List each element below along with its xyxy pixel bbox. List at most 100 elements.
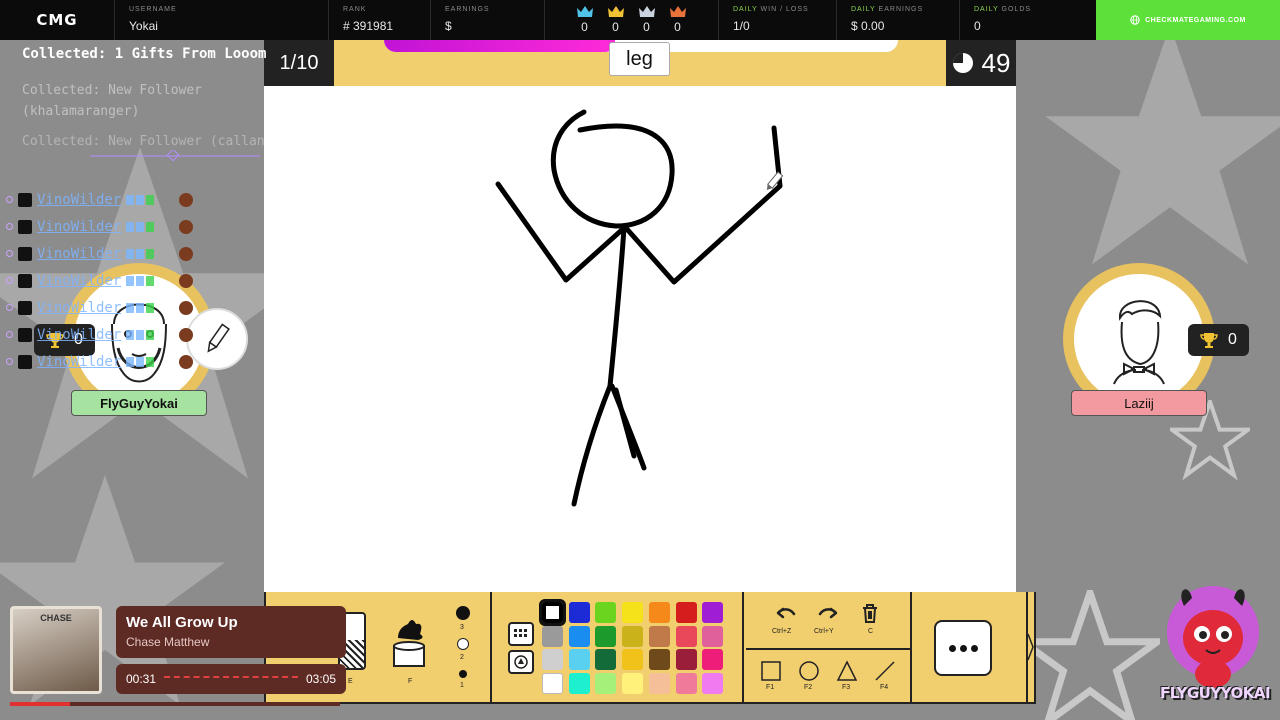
emote-icons — [126, 248, 155, 259]
emote-icon — [179, 192, 194, 207]
track-info: We All Grow Up Chase Matthew — [116, 606, 346, 658]
pencil-icon — [207, 323, 230, 353]
color-swatch[interactable] — [702, 625, 724, 647]
chat-username[interactable]: VinoWilder — [37, 246, 121, 262]
color-swatch[interactable] — [648, 672, 670, 694]
color-swatch[interactable] — [542, 672, 563, 694]
drawing-turn-badge — [186, 308, 248, 370]
emote-icons — [126, 302, 155, 313]
brush-size-selector[interactable]: 3 2 1 — [452, 606, 474, 696]
chat-row: VinoWilder — [6, 186, 194, 213]
collected-notification: Collected: 1 Gifts From Looom — [22, 46, 267, 62]
color-swatch[interactable] — [675, 625, 697, 647]
timer-icon — [952, 53, 973, 73]
chat-dot — [948, 644, 956, 652]
color-swatch[interactable] — [539, 599, 566, 626]
drawing-toolbar: E F 3 2 1 Ctrl+Z Ctrl+Y C F1 F2 F3 F4 — [264, 592, 1036, 704]
drawing-canvas[interactable] — [264, 86, 1016, 592]
color-swatch[interactable] — [622, 649, 644, 670]
edit-tools: Ctrl+Z Ctrl+Y C F1 F2 F3 F4 — [746, 592, 912, 702]
album-art: CHASE — [10, 606, 102, 694]
chat-username[interactable]: VinoWilder — [37, 219, 121, 235]
undo-icon[interactable] — [774, 604, 798, 622]
circle-tool-icon[interactable] — [798, 660, 820, 682]
redo-icon[interactable] — [816, 604, 840, 622]
chat-row: VinoWilder — [6, 348, 194, 375]
track-underline — [10, 702, 340, 706]
color-swatch[interactable] — [702, 649, 724, 670]
track-artist: Chase Matthew — [126, 635, 210, 649]
timer-value: 49 — [981, 47, 1011, 78]
collected-notification-faded: Collected: New Follower (callan15) — [22, 134, 289, 149]
color-swatch[interactable] — [648, 649, 670, 670]
color-swatch[interactable] — [622, 672, 644, 694]
emote-icon — [179, 246, 194, 261]
chat-row: VinoWilder — [6, 213, 194, 240]
color-swatch[interactable] — [568, 672, 590, 694]
emote-icon — [179, 327, 194, 342]
color-swatch[interactable] — [595, 625, 617, 647]
color-swatch[interactable] — [622, 625, 644, 647]
track-title: We All Grow Up — [126, 614, 238, 631]
color-swatch[interactable] — [595, 649, 617, 670]
chat-row: VinoWilder — [6, 240, 194, 267]
color-swatch[interactable] — [568, 602, 590, 623]
chat-username[interactable]: VinoWilder — [37, 273, 121, 289]
eyedropper-icon — [514, 655, 528, 669]
color-swatch[interactable] — [702, 672, 724, 694]
color-swatch[interactable] — [542, 625, 563, 647]
earnings-value: $ — [445, 19, 452, 33]
website-button[interactable]: CHECKMATEGAMING.COM — [1096, 0, 1280, 40]
color-swatch[interactable] — [675, 602, 697, 623]
crown-counts: 0 0 0 0 — [545, 0, 719, 40]
badge-icon — [18, 273, 32, 288]
bullet-icon — [6, 196, 13, 203]
color-swatch[interactable] — [648, 602, 670, 623]
stick-figure-drawing — [495, 109, 784, 507]
color-swatch[interactable] — [702, 602, 724, 623]
chat-button[interactable] — [934, 620, 992, 676]
username-value: Yokai — [129, 19, 158, 33]
rectangle-tool-icon[interactable] — [760, 660, 782, 682]
total-time: 03:05 — [305, 672, 336, 686]
line-tool-icon[interactable] — [874, 660, 896, 682]
crown-tier-3: 0 — [631, 6, 662, 40]
color-swatch[interactable] — [568, 649, 590, 670]
chat-username[interactable]: VinoWilder — [37, 354, 121, 370]
rank-value: # 391981 — [343, 19, 394, 33]
crown-icon — [607, 6, 624, 17]
chat-username[interactable]: VinoWilder — [37, 300, 121, 316]
color-swatch[interactable] — [595, 602, 617, 623]
color-swatch[interactable] — [542, 649, 563, 670]
color-swatch[interactable] — [675, 649, 697, 670]
color-swatch[interactable] — [622, 602, 644, 623]
globe-icon — [1130, 15, 1140, 25]
color-swatch[interactable] — [675, 672, 697, 694]
username-stat: USERNAME Yokai — [115, 0, 329, 40]
emote-icon — [179, 354, 194, 369]
player-score-right: 0 — [1188, 324, 1249, 356]
trash-icon[interactable] — [860, 602, 880, 624]
track-progress-bar — [164, 676, 298, 682]
brush-size-medium[interactable] — [457, 638, 469, 650]
palette-grid-button[interactable] — [508, 622, 534, 646]
triangle-tool-icon[interactable] — [836, 660, 858, 682]
brush-size-large[interactable] — [456, 606, 470, 620]
color-palette — [494, 592, 744, 702]
brush-size-small[interactable] — [459, 670, 467, 678]
crown-icon — [576, 6, 593, 17]
chat-username[interactable]: VinoWilder — [37, 327, 121, 343]
color-picker-button[interactable] — [508, 650, 534, 674]
chat-username[interactable]: VinoWilder — [37, 192, 121, 208]
toolbar-expand-handle[interactable] — [1026, 592, 1034, 702]
divider-ornament — [90, 150, 260, 162]
color-swatch[interactable] — [595, 672, 617, 694]
track-progress: 00:31 03:05 — [116, 664, 346, 694]
crown-tier-4: 0 — [662, 6, 693, 40]
fill-bucket-tool[interactable] — [390, 614, 428, 670]
color-swatch[interactable] — [568, 625, 590, 647]
player-name-left: FlyGuyYokai — [71, 390, 207, 416]
color-swatch[interactable] — [648, 625, 670, 647]
bullet-icon — [6, 331, 13, 338]
emote-icons — [126, 275, 155, 286]
